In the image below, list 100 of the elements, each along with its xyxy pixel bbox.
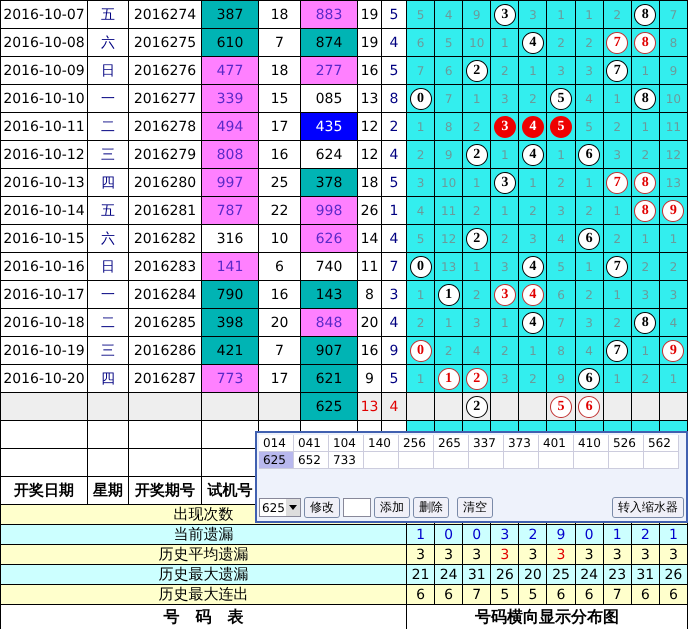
result-number-cell: 848 xyxy=(300,308,358,336)
result-number-cell: 143 xyxy=(300,280,358,308)
number-item[interactable]: 337 xyxy=(469,435,504,452)
omission-cell: 2 xyxy=(631,252,660,280)
omission-cell: 1 xyxy=(603,196,632,224)
number-ball: 5 xyxy=(550,88,572,110)
omission-cell: 3 xyxy=(462,308,491,336)
number-item[interactable]: 526 xyxy=(609,435,644,452)
number-item[interactable]: 373 xyxy=(504,435,539,452)
date-cell: 2016-10-09 xyxy=(0,56,88,84)
date-cell: 2016-10-14 xyxy=(0,196,88,224)
delete-button[interactable]: 删除 xyxy=(413,497,449,518)
number-item[interactable]: 652 xyxy=(294,452,329,469)
dropdown-arrow-icon xyxy=(289,505,297,510)
weekday-cell: 一 xyxy=(88,84,128,112)
number-item[interactable]: 401 xyxy=(539,435,574,452)
edit-button[interactable]: 修改 xyxy=(304,497,340,518)
number-ball: 4 xyxy=(522,32,544,54)
omission-cell: 11 xyxy=(434,196,463,224)
trial-number-cell: 398 xyxy=(202,308,258,336)
weekday-cell: 五 xyxy=(88,196,128,224)
add-button[interactable]: 添加 xyxy=(374,497,410,518)
omission-cell: 2 xyxy=(490,56,519,84)
result-sum-cell: 19 xyxy=(358,0,382,28)
number-item[interactable]: 265 xyxy=(434,435,469,452)
number-ball: 2 xyxy=(466,228,488,250)
result-sum-cell: 13 xyxy=(358,392,382,420)
omission-cell: 13 xyxy=(659,168,688,196)
clear-button[interactable]: 清空 xyxy=(457,497,493,518)
trial-number-cell: 141 xyxy=(202,252,258,280)
omission-cell: 5 xyxy=(575,112,604,140)
number-item[interactable]: 014 xyxy=(259,435,294,452)
omission-cell: 2 xyxy=(546,168,576,196)
number-ball: 8 xyxy=(634,312,656,334)
result-number-cell: 998 xyxy=(300,196,358,224)
result-number-cell: 085 xyxy=(300,84,358,112)
result-sum-cell: 11 xyxy=(358,252,382,280)
input-field[interactable] xyxy=(343,498,371,517)
number-ball: 2 xyxy=(466,368,488,390)
number-ball: 5 xyxy=(550,116,572,138)
number-ball: 8 xyxy=(634,172,656,194)
omission-cell: 7 xyxy=(546,308,576,336)
number-ball: 2 xyxy=(466,396,488,418)
weekday-cell: 日 xyxy=(88,252,128,280)
number-item[interactable]: 733 xyxy=(329,452,364,469)
omission-cell: 4 xyxy=(434,0,463,28)
chart-title: 号码横向显示分布图 xyxy=(406,604,688,629)
omission-cell: 7 xyxy=(434,84,463,112)
number-item[interactable]: 562 xyxy=(644,435,679,452)
date-cell: 2016-10-17 xyxy=(0,280,88,308)
number-item[interactable]: 625 xyxy=(259,452,294,469)
omission-cell: 7 xyxy=(659,0,688,28)
omission-cell: 2 xyxy=(603,224,632,252)
trial-number-cell: 787 xyxy=(202,196,258,224)
omission-cell: 1 xyxy=(575,168,604,196)
number-dropdown[interactable]: 625 xyxy=(259,498,301,517)
omission-cell: 5 xyxy=(406,224,435,252)
omission-cell: 2 xyxy=(490,336,519,364)
omission-cell: 1 xyxy=(603,364,632,392)
number-ball: 8 xyxy=(634,4,656,26)
omission-cell: 1 xyxy=(631,56,660,84)
omission-cell: 1 xyxy=(406,280,435,308)
omission-cell: 3 xyxy=(575,56,604,84)
number-ball: 8 xyxy=(634,200,656,222)
number-ball: 4 xyxy=(522,116,544,138)
trial-number-cell: 997 xyxy=(202,168,258,196)
trial-number-cell: 610 xyxy=(202,28,258,56)
number-ball: 1 xyxy=(438,368,460,390)
date-cell: 2016-10-18 xyxy=(0,308,88,336)
omission-cell: 6 xyxy=(406,28,435,56)
omission-cell: 2 xyxy=(603,0,632,28)
number-ball: 3 xyxy=(494,284,516,306)
number-item[interactable]: 256 xyxy=(399,435,434,452)
date-cell: 2016-10-10 xyxy=(0,84,88,112)
number-ball: 7 xyxy=(606,172,628,194)
weekday-cell: 一 xyxy=(88,280,128,308)
number-item[interactable]: 140 xyxy=(364,435,399,452)
trial-number-cell: 494 xyxy=(202,112,258,140)
number-ball: 6 xyxy=(578,368,600,390)
number-ball: 9 xyxy=(662,200,684,222)
omission-cell: 10 xyxy=(659,84,688,112)
result-sum-cell: 16 xyxy=(358,336,382,364)
omission-cell: 1 xyxy=(406,112,435,140)
omission-cell: 2 xyxy=(659,252,688,280)
omission-cell: 9 xyxy=(659,56,688,84)
result-sum-cell: 14 xyxy=(358,224,382,252)
number-ball: 3 xyxy=(494,172,516,194)
number-ball: 7 xyxy=(606,340,628,362)
weekday-cell: 三 xyxy=(88,140,128,168)
date-cell: 2016-10-07 xyxy=(0,0,88,28)
omission-cell: 1 xyxy=(603,84,632,112)
number-ball: 0 xyxy=(410,340,432,362)
number-item[interactable]: 410 xyxy=(574,435,609,452)
transfer-button[interactable]: 转入缩水器 xyxy=(612,497,684,518)
omission-cell: 4 xyxy=(575,84,604,112)
omission-cell: 2 xyxy=(575,196,604,224)
result-sum-cell: 13 xyxy=(358,84,382,112)
number-item[interactable]: 041 xyxy=(294,435,329,452)
number-item[interactable]: 104 xyxy=(329,435,364,452)
weekday-cell: 二 xyxy=(88,308,128,336)
